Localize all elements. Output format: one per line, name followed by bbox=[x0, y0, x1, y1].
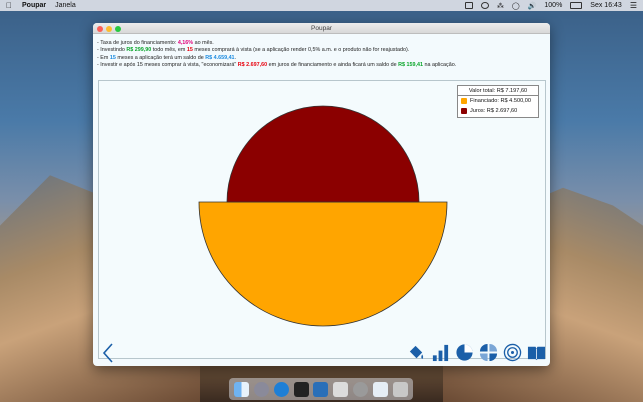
menu-bar-status: ⁂ ◯ 🔊 100% Sex 16:43 ☰ bbox=[464, 1, 637, 10]
app-window: Poupar - Taxa de juros do financiamento:… bbox=[93, 23, 550, 366]
legend-item-financiado: Financiado: R$ 4.500,00 bbox=[458, 96, 538, 106]
pie-chart bbox=[198, 105, 448, 327]
terminal-icon[interactable] bbox=[293, 381, 309, 397]
notification-center-icon[interactable]: ☰ bbox=[630, 1, 637, 10]
time-machine-icon[interactable] bbox=[480, 2, 489, 9]
window-title: Poupar bbox=[311, 25, 332, 32]
chart-type-toolbar bbox=[407, 343, 546, 362]
app-menu[interactable]: Poupar bbox=[22, 2, 46, 9]
info-text: - Taxa de juros do financiamento: 4,16% … bbox=[93, 34, 550, 70]
teamviewer-icon[interactable] bbox=[273, 381, 289, 397]
trash-icon[interactable] bbox=[392, 381, 408, 397]
launchpad-icon[interactable] bbox=[254, 381, 270, 397]
menu-bar:  Poupar Janela ⁂ ◯ 🔊 100% Sex 16:43 ☰ bbox=[0, 0, 643, 11]
info-line-investing: - Investindo R$ 299,90 todo mês, em 15 m… bbox=[97, 47, 410, 54]
legend-swatch-juros bbox=[461, 108, 467, 114]
battery-percent[interactable]: 100% bbox=[544, 2, 562, 9]
paint-bucket-icon[interactable] bbox=[407, 343, 426, 362]
xcode-icon[interactable] bbox=[313, 381, 329, 397]
chart-legend: Valor total: R$ 7.197,60 Financiado: R$ … bbox=[457, 85, 539, 118]
zoom-button[interactable] bbox=[115, 25, 121, 32]
info-line-balance: - Em 15 meses a aplicação terá um saldo … bbox=[97, 54, 237, 61]
split-pie-icon[interactable] bbox=[479, 343, 498, 362]
pie-slice-juros bbox=[226, 105, 420, 203]
window-titlebar: Poupar bbox=[93, 23, 550, 34]
battery-icon[interactable] bbox=[570, 2, 583, 9]
close-button[interactable] bbox=[97, 25, 103, 32]
bottom-toolbar bbox=[93, 341, 550, 366]
dock bbox=[229, 378, 413, 400]
disc-chart-icon[interactable] bbox=[503, 343, 522, 362]
chart-area: Valor total: R$ 7.197,60 Financiado: R$ … bbox=[98, 80, 546, 359]
legend-total: Valor total: R$ 7.197,60 bbox=[458, 86, 538, 96]
apple-menu-icon[interactable]:  bbox=[6, 1, 12, 10]
wifi-icon[interactable]: ◯ bbox=[512, 2, 520, 10]
info-line-rate: - Taxa de juros do financiamento: 4,16% … bbox=[97, 40, 214, 46]
book-icon[interactable] bbox=[527, 343, 546, 362]
finder-icon[interactable] bbox=[234, 381, 250, 397]
traffic-lights bbox=[97, 25, 121, 32]
documents-icon[interactable] bbox=[372, 381, 388, 397]
pie-chart-icon[interactable] bbox=[455, 343, 474, 362]
back-icon[interactable] bbox=[101, 343, 115, 363]
volume-icon[interactable]: 🔊 bbox=[528, 2, 537, 10]
app-status-icon[interactable] bbox=[464, 2, 473, 9]
preview-icon[interactable] bbox=[333, 381, 349, 397]
system-preferences-icon[interactable] bbox=[352, 381, 368, 397]
bluetooth-icon[interactable]: ⁂ bbox=[497, 2, 504, 10]
window-menu[interactable]: Janela bbox=[55, 2, 76, 9]
legend-item-juros: Juros: R$ 2.697,60 bbox=[458, 106, 538, 116]
clock[interactable]: Sex 16:43 bbox=[590, 2, 622, 9]
info-line-savings: - Investir e após 15 meses comprar à vis… bbox=[97, 62, 457, 69]
pie-slice-financiado bbox=[198, 201, 448, 327]
legend-swatch-financiado bbox=[461, 98, 467, 104]
minimize-button[interactable] bbox=[106, 25, 112, 32]
bar-chart-icon[interactable] bbox=[431, 343, 450, 362]
